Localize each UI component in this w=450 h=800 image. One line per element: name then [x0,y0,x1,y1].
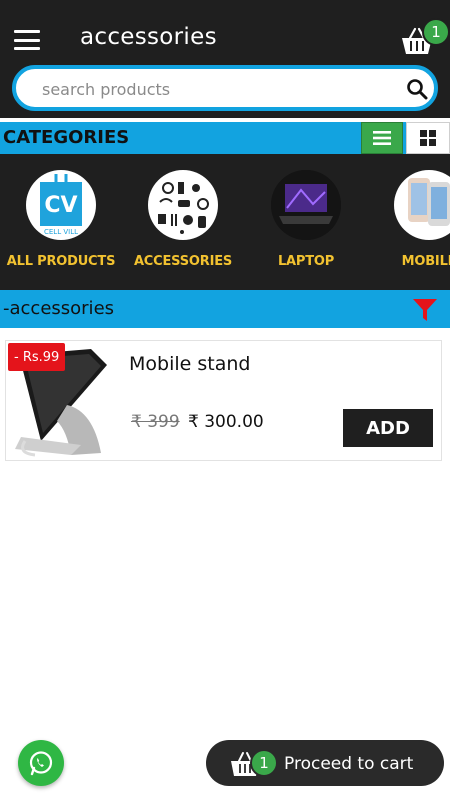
category-logo-subtext: CELL VILL [44,228,78,236]
grid-view-icon [420,130,436,146]
category-image [148,170,218,240]
cart-count-badge: 1 [250,749,278,777]
categories-heading: CATEGORIES [3,127,130,148]
proceed-to-cart-button[interactable]: 1 Proceed to cart [206,740,444,786]
category-accessories[interactable]: ACCESSORIES [128,170,238,269]
section-header: -accessories [0,290,450,328]
list-view-button[interactable] [361,122,403,154]
category-label: MOBILE [401,254,450,269]
cart-count-badge[interactable]: 1 [422,18,450,46]
search-input[interactable] [42,77,382,101]
category-image [271,170,341,240]
section-title: -accessories [3,298,115,319]
list-view-icon [373,131,391,145]
category-mobile[interactable]: MOBILE [374,170,450,269]
category-logo-text: CV [44,193,77,218]
original-price: ₹ 399 [131,412,180,432]
product-name[interactable]: Mobile stand [129,353,250,375]
search-bar [12,65,438,111]
page-title: accessories [80,24,217,50]
app-header: accessories 1 [0,0,450,118]
product-card[interactable]: - Rs.99 Mobile stand ₹ 399 ₹ 300.00 ADD [5,340,442,461]
category-image [394,170,450,240]
category-label: LAPTOP [277,254,335,269]
categories-carousel[interactable]: CV CELL VILL ALL PRODUCTS ACCESSORIES LA… [0,154,450,290]
whatsapp-button[interactable] [18,740,64,786]
search-icon[interactable] [406,78,428,100]
filter-icon[interactable] [412,297,438,323]
category-all-products[interactable]: CV CELL VILL ALL PRODUCTS [6,170,116,269]
sale-price: ₹ 300.00 [188,412,264,432]
category-label: ACCESSORIES [133,254,233,269]
add-to-cart-button[interactable]: ADD [343,409,433,447]
category-label: ALL PRODUCTS [6,254,116,269]
proceed-to-cart-label: Proceed to cart [284,754,414,774]
menu-icon[interactable] [14,30,40,50]
category-image: CV CELL VILL [26,170,96,240]
whatsapp-icon [29,751,53,776]
grid-view-button[interactable] [406,122,450,154]
category-laptop[interactable]: LAPTOP [251,170,361,269]
discount-badge: - Rs.99 [8,343,66,371]
